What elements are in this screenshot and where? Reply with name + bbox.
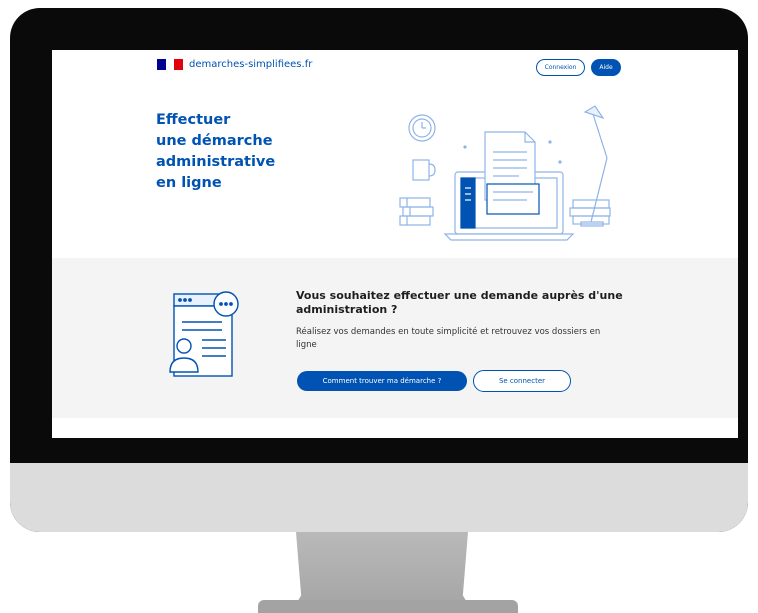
info-section: Vous souhaitez effectuer une demande aup… (52, 258, 738, 418)
screen: demarches-simplifiees.fr Connexion Aide … (52, 50, 738, 438)
hero-title-line: Effectuer (156, 112, 231, 128)
brand-logo-link[interactable]: demarches-simplifiees.fr (157, 59, 312, 70)
info-title: Vous souhaitez effectuer une demande aup… (296, 289, 623, 316)
hero-title-line: administrative (156, 154, 276, 170)
laptop-documents-illustration (399, 105, 611, 241)
connexion-button[interactable]: Connexion (536, 59, 585, 76)
monitor-stand-neck (296, 532, 468, 604)
hero-title-line: en ligne (156, 175, 222, 191)
site-header: demarches-simplifiees.fr Connexion Aide (52, 50, 738, 86)
monitor-chin (10, 463, 748, 532)
brand-name: demarches-simplifiees.fr (189, 59, 313, 70)
hero-title-line: une démarche (156, 133, 273, 149)
aide-button[interactable]: Aide (591, 59, 621, 76)
monitor-stand-base (258, 600, 518, 613)
hero-title: Effectuer une démarche administrative en… (156, 110, 336, 194)
login-button[interactable]: Se connecter (473, 370, 571, 392)
info-description: Réalisez vos demandes en toute simplicit… (296, 327, 601, 350)
find-procedure-button[interactable]: Comment trouver ma démarche ? (297, 371, 467, 391)
french-flag-icon (157, 59, 184, 70)
monitor: demarches-simplifiees.fr Connexion Aide … (10, 8, 748, 532)
user-form-chat-illustration (169, 291, 239, 377)
